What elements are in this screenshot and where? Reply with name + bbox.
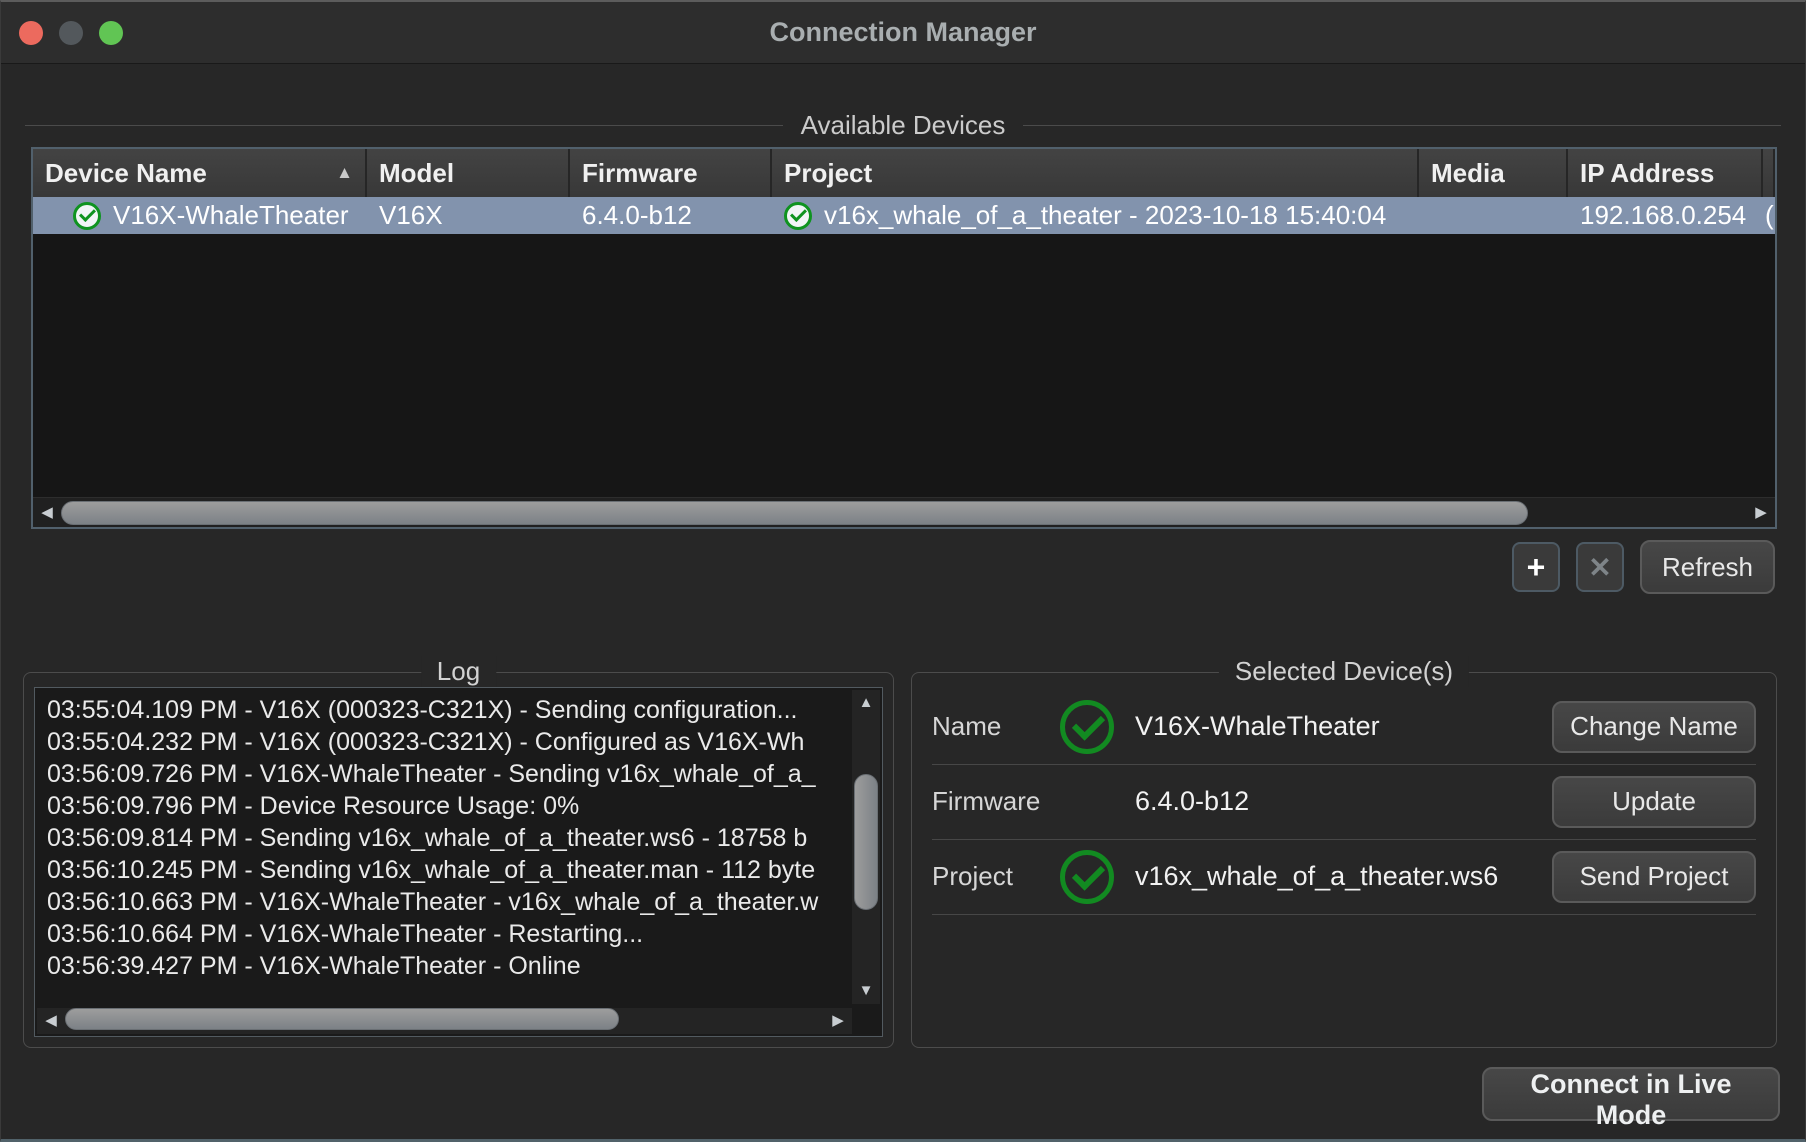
log-lines: 03:55:04.109 PM - V16X (000323-C321X) - … (35, 690, 852, 1006)
selected-firmware-row: Firmware 6.4.0-b12 Update (932, 764, 1756, 839)
legend-line-left (25, 125, 783, 126)
project-label: Project (932, 861, 1047, 892)
scrollbar-thumb[interactable] (61, 501, 1528, 525)
selected-devices-legend: Selected Device(s) (1219, 656, 1469, 687)
column-label: Media (1431, 158, 1505, 189)
scrollbar-track[interactable] (65, 1007, 824, 1035)
available-devices-legend: Available Devices (25, 110, 1781, 141)
scroll-right-icon[interactable]: ▶ (1747, 498, 1775, 528)
log-panel: Log 03:55:04.109 PM - V16X (000323-C321X… (23, 672, 894, 1048)
column-header-project[interactable]: Project (772, 149, 1419, 197)
column-label: IP Address (1580, 158, 1714, 189)
name-label: Name (932, 711, 1047, 742)
cell-device-name: V16X-WhaleTheater (33, 197, 367, 234)
window-title: Connection Manager (1, 2, 1805, 64)
project-ok-check-icon (1060, 850, 1114, 904)
row-separator (932, 914, 1756, 915)
selected-name-row: Name V16X-WhaleTheater Change Name (932, 689, 1756, 764)
selected-devices-panel: Selected Device(s) Name V16X-WhaleTheate… (911, 672, 1777, 1048)
cell-clipped: ( (1763, 197, 1775, 234)
cell-media (1419, 197, 1568, 234)
sort-ascending-icon: ▲ (336, 163, 353, 183)
name-value: V16X-WhaleTheater (1135, 711, 1380, 742)
column-header-ip-address[interactable]: IP Address (1568, 149, 1763, 197)
refresh-button[interactable]: Refresh (1640, 540, 1775, 594)
device-name-text: V16X-WhaleTheater (113, 200, 349, 231)
log-entry: 03:56:10.245 PM - Sending v16x_whale_of_… (47, 854, 852, 886)
selected-project-row: Project v16x_whale_of_a_theater.ws6 Send… (932, 839, 1756, 914)
plus-icon: + (1527, 549, 1546, 586)
column-label: Device Name (45, 158, 207, 189)
firmware-value: 6.4.0-b12 (1135, 786, 1249, 817)
send-project-button[interactable]: Send Project (1552, 851, 1756, 903)
log-entry: 03:56:10.663 PM - V16X-WhaleTheater - v1… (47, 886, 852, 918)
scrollbar-thumb[interactable] (65, 1008, 619, 1030)
table-header: Device Name ▲ Model Firmware Project Med… (33, 149, 1775, 197)
column-header-clipped (1763, 149, 1775, 197)
scroll-up-icon[interactable]: ▲ (852, 690, 880, 716)
project-check-slot (1047, 850, 1127, 904)
device-row-selected[interactable]: V16X-WhaleTheater V16X 6.4.0-b12 v16x_wh… (33, 197, 1775, 234)
firmware-label: Firmware (932, 786, 1047, 817)
cell-model: V16X (367, 197, 570, 234)
change-name-button[interactable]: Change Name (1552, 701, 1756, 753)
cell-project: v16x_whale_of_a_theater - 2023-10-18 15:… (772, 197, 1419, 234)
log-horizontal-scrollbar[interactable]: ◀ ▶ (37, 1008, 852, 1034)
scroll-left-icon[interactable]: ◀ (33, 498, 61, 528)
scroll-left-icon[interactable]: ◀ (37, 1008, 65, 1034)
log-vertical-scrollbar[interactable]: ▲ ▼ (852, 690, 880, 1004)
column-header-firmware[interactable]: Firmware (570, 149, 772, 197)
column-header-media[interactable]: Media (1419, 149, 1568, 197)
cell-ip-address: 192.168.0.254 (1568, 197, 1763, 234)
available-devices-label: Available Devices (801, 110, 1006, 141)
connection-manager-window: Connection Manager Available Devices Dev… (0, 0, 1806, 1142)
scrollbar-track[interactable] (852, 716, 880, 978)
log-entry: 03:56:10.664 PM - V16X-WhaleTheater - Re… (47, 918, 852, 950)
scrollbar-thumb[interactable] (854, 774, 878, 910)
log-entry: 03:56:39.427 PM - V16X-WhaleTheater - On… (47, 950, 852, 982)
column-label: Firmware (582, 158, 698, 189)
log-entry: 03:56:09.796 PM - Device Resource Usage:… (47, 790, 852, 822)
project-value: v16x_whale_of_a_theater.ws6 (1135, 861, 1498, 892)
scrollbar-track[interactable] (61, 499, 1747, 527)
name-ok-check-icon (1060, 700, 1114, 754)
column-label: Project (784, 158, 872, 189)
cell-firmware: 6.4.0-b12 (570, 197, 772, 234)
remove-device-button[interactable]: ✕ (1576, 542, 1624, 592)
log-entry: 03:56:09.726 PM - V16X-WhaleTheater - Se… (47, 758, 852, 790)
name-check-slot (1047, 700, 1127, 754)
scroll-down-icon[interactable]: ▼ (852, 978, 880, 1004)
table-horizontal-scrollbar[interactable]: ◀ ▶ (33, 497, 1775, 527)
device-online-check-icon (73, 202, 101, 230)
add-device-button[interactable]: + (1512, 542, 1560, 592)
project-text: v16x_whale_of_a_theater - 2023-10-18 15:… (824, 200, 1386, 231)
log-entry: 03:56:09.814 PM - Sending v16x_whale_of_… (47, 822, 852, 854)
update-firmware-button[interactable]: Update (1552, 776, 1756, 828)
column-label: Model (379, 158, 454, 189)
log-entry: 03:55:04.109 PM - V16X (000323-C321X) - … (47, 694, 852, 726)
project-check-icon (784, 202, 812, 230)
column-header-device-name[interactable]: Device Name ▲ (33, 149, 367, 197)
scroll-right-icon[interactable]: ▶ (824, 1008, 852, 1034)
title-bar[interactable]: Connection Manager (1, 2, 1805, 64)
legend-line-right (1023, 125, 1781, 126)
device-table: Device Name ▲ Model Firmware Project Med… (31, 147, 1777, 529)
connect-live-mode-button[interactable]: Connect in Live Mode (1482, 1067, 1780, 1121)
device-actions: + ✕ Refresh (1512, 540, 1775, 594)
column-header-model[interactable]: Model (367, 149, 570, 197)
table-empty-area (33, 234, 1775, 497)
log-legend: Log (421, 656, 496, 687)
log-text-area[interactable]: 03:55:04.109 PM - V16X (000323-C321X) - … (34, 687, 883, 1037)
log-entry: 03:55:04.232 PM - V16X (000323-C321X) - … (47, 726, 852, 758)
x-icon: ✕ (1588, 551, 1611, 584)
